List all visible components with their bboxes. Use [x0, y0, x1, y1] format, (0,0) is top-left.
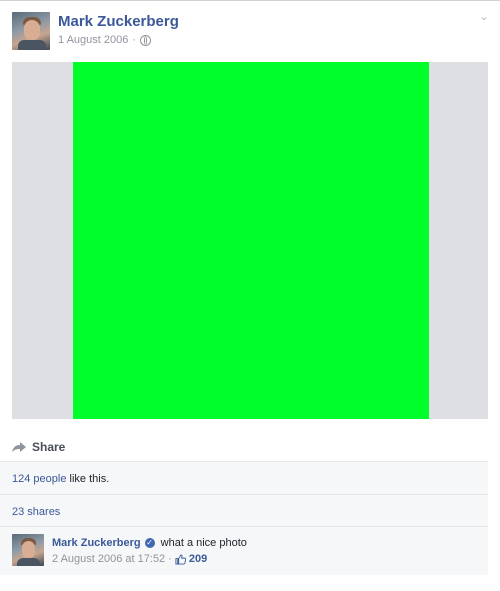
comment-timestamp[interactable]: 2 August 2006 at 17:52: [52, 553, 165, 565]
meta-separator: ·: [132, 34, 137, 46]
comment-header: Mark Zuckerberg ✓ what a nice photo: [52, 537, 247, 549]
divider: [0, 494, 488, 495]
comment-meta-separator: ·: [168, 553, 172, 565]
share-label: Share: [32, 440, 66, 454]
chevron-down-icon[interactable]: ⌄: [478, 11, 490, 23]
shares-link[interactable]: 23 shares: [12, 506, 60, 518]
comment-author-name[interactable]: Mark Zuckerberg: [52, 537, 141, 549]
post-card: Mark Zuckerberg 1 August 2006 · ⌄ Share …: [0, 0, 500, 575]
verified-badge-icon: ✓: [144, 538, 155, 548]
comment-text: what a nice photo: [160, 537, 247, 549]
likes-suffix: like this.: [66, 473, 110, 485]
likes-link[interactable]: 124 people: [12, 473, 66, 485]
post-photo[interactable]: [73, 62, 429, 419]
top-divider: [0, 0, 500, 1]
likes-summary: 124 people like this.: [12, 473, 109, 485]
thumbs-up-icon[interactable]: [175, 553, 186, 565]
post-meta: 1 August 2006 ·: [58, 34, 152, 46]
photo-frame: [12, 62, 488, 419]
comment-like-count[interactable]: 209: [189, 553, 207, 565]
share-arrow-icon: [12, 442, 26, 452]
poster-avatar[interactable]: [12, 12, 50, 50]
share-button[interactable]: Share: [12, 440, 65, 454]
globe-icon: [140, 34, 152, 46]
divider: [0, 526, 488, 527]
post-date[interactable]: 1 August 2006: [58, 34, 128, 46]
comment-avatar[interactable]: [12, 534, 44, 566]
comment-meta: 2 August 2006 at 17:52 · 209: [52, 553, 207, 565]
poster-name[interactable]: Mark Zuckerberg: [58, 13, 179, 30]
